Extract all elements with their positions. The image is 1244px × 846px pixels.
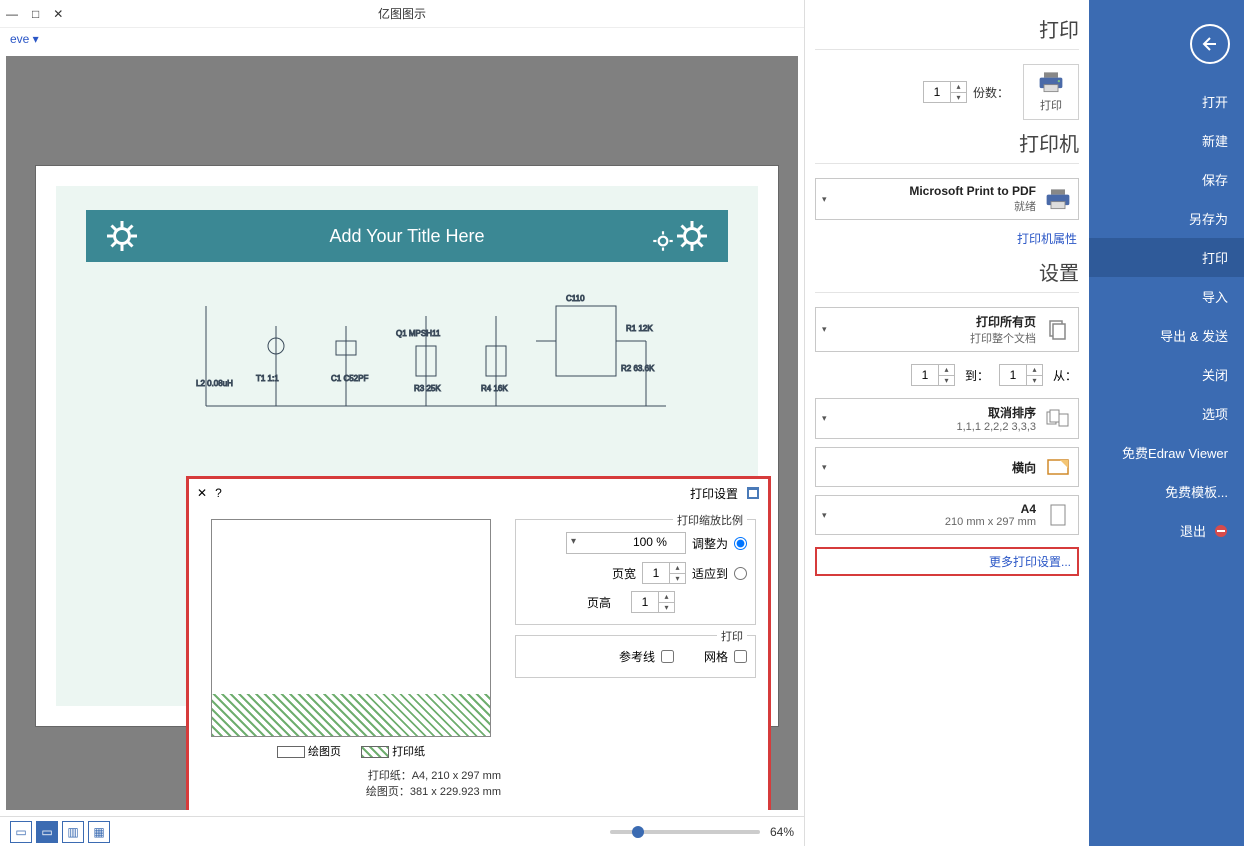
- window-title: 亿图图示: [378, 5, 426, 22]
- from-spinner[interactable]: ▴▾: [999, 364, 1043, 386]
- collate-icon: [1044, 405, 1072, 433]
- orientation-icon: [1044, 453, 1072, 481]
- spin-up[interactable]: ▴: [951, 82, 966, 93]
- gear-icon: [674, 218, 710, 254]
- view-mode-2[interactable]: ▭: [36, 821, 58, 843]
- sidebar-item-1[interactable]: 新建: [1089, 121, 1244, 160]
- pages-tall-spinner[interactable]: ▴▾: [631, 591, 675, 613]
- printer-dropdown[interactable]: Microsoft Print to PDF就绪 ▾: [815, 178, 1079, 220]
- guides-checkbox[interactable]: [661, 650, 674, 663]
- sidebar-item-11[interactable]: 退出: [1089, 511, 1244, 550]
- zoom-level: 64%: [770, 825, 794, 839]
- svg-text:L2 0.08uH: L2 0.08uH: [196, 379, 233, 388]
- sidebar-item-2[interactable]: 保存: [1089, 160, 1244, 199]
- print-button[interactable]: 打印: [1023, 64, 1079, 120]
- pages-icon: [1044, 316, 1072, 344]
- print-button-label: 打印: [1040, 97, 1062, 113]
- preview-banner: Add Your Title Here: [86, 210, 728, 262]
- gear-icon: [104, 218, 140, 254]
- view-mode-3[interactable]: ▥: [62, 821, 84, 843]
- gear-icon: [650, 228, 676, 254]
- svg-text:R4 16K: R4 16K: [481, 384, 508, 393]
- pages-wide-spinner[interactable]: ▴▾: [642, 562, 686, 584]
- copies-spinner[interactable]: ▴▾: [923, 81, 967, 103]
- sidebar-item-6[interactable]: 导出 & 发送: [1089, 316, 1244, 355]
- svg-text:C1 C52PF: C1 C52PF: [331, 374, 368, 383]
- sidebar-item-9[interactable]: 免费Edraw Viewer: [1089, 433, 1244, 472]
- sidebar-item-7[interactable]: 关闭: [1089, 355, 1244, 394]
- scale-fieldset: 打印缩放比例 调整为 100 % 适应到 ▴▾ 页宽: [515, 519, 756, 625]
- status-bar: ▭ ▭ ▥ ▦ 64%: [0, 816, 804, 846]
- dialog-title: 打印设置: [230, 485, 738, 502]
- adjust-radio[interactable]: [734, 537, 747, 550]
- dialog-help-button[interactable]: ?: [215, 486, 222, 500]
- orientation-dropdown[interactable]: 横向 ▾: [815, 447, 1079, 487]
- more-print-settings-link[interactable]: 更多打印设置...: [821, 551, 1073, 572]
- view-mode-4[interactable]: ▦: [88, 821, 110, 843]
- printer-icon: [1044, 185, 1072, 213]
- dialog-preview: [211, 519, 491, 737]
- dialog-icon: [746, 486, 760, 500]
- print-section-title: 打印: [815, 14, 1079, 50]
- fit-radio[interactable]: [734, 567, 747, 580]
- print-preview-canvas: Add Your Title Here: [6, 56, 798, 810]
- minimize-button[interactable]: —: [6, 7, 18, 21]
- dialog-close-button[interactable]: ✕: [197, 486, 207, 500]
- user-dropdown[interactable]: eve ▾: [0, 28, 804, 50]
- sidebar-item-3[interactable]: 另存为: [1089, 199, 1244, 238]
- svg-text:C110: C110: [566, 294, 585, 303]
- sidebar-item-0[interactable]: 打开: [1089, 82, 1244, 121]
- printer-properties-link[interactable]: 打印机属性: [815, 228, 1079, 249]
- to-spinner[interactable]: ▴▾: [911, 364, 955, 386]
- settings-section-title: 设置: [815, 257, 1079, 293]
- percent-select[interactable]: 100 %: [566, 532, 686, 554]
- svg-text:T1 1:1: T1 1:1: [256, 374, 279, 383]
- print-settings-panel: 打印 打印 份数： ▴▾ 打印机 Microsoft Print to PDF就…: [804, 0, 1089, 846]
- paper-icon: [1044, 501, 1072, 529]
- window-titlebar: — □ ✕ 亿图图示: [0, 0, 804, 28]
- svg-text:R1 12K: R1 12K: [626, 324, 653, 333]
- sidebar-item-4[interactable]: 打印: [1089, 238, 1244, 277]
- more-settings-highlight: 更多打印设置...: [815, 547, 1079, 576]
- grid-checkbox[interactable]: [734, 650, 747, 663]
- file-menu-sidebar: 打开新建保存另存为打印导入导出 & 发送关闭选项免费Edraw Viewer免费…: [1089, 0, 1244, 846]
- pages-dropdown[interactable]: 打印所有页打印整个文档 ▾: [815, 307, 1079, 352]
- copies-label: 份数：: [973, 84, 1009, 101]
- chevron-down-icon: ▾: [822, 194, 827, 205]
- svg-text:Q1 MPSH11: Q1 MPSH11: [396, 329, 441, 338]
- printer-icon: [1037, 71, 1065, 93]
- print-settings-dialog: 打印设置 ? ✕ 打印缩放比例 调整为 100 %: [186, 476, 771, 810]
- sidebar-item-10[interactable]: 免费模板...: [1089, 472, 1244, 511]
- close-button[interactable]: ✕: [53, 7, 63, 21]
- maximize-button[interactable]: □: [32, 7, 39, 21]
- svg-text:R3 25K: R3 25K: [414, 384, 441, 393]
- print-fieldset: 打印 网格 参考线: [515, 635, 756, 678]
- svg-text:R2 63.6K: R2 63.6K: [621, 364, 655, 373]
- circuit-diagram: C110 R1 12K R2 63.6K R4 16K R3 25K C1 C5…: [196, 286, 676, 466]
- zoom-slider[interactable]: [610, 830, 760, 834]
- sidebar-item-8[interactable]: 选项: [1089, 394, 1244, 433]
- copies-input[interactable]: [924, 82, 950, 102]
- main-area: — □ ✕ 亿图图示 eve ▾ Add Your Title Here: [0, 0, 804, 846]
- back-button[interactable]: [1190, 24, 1230, 64]
- printer-section-title: 打印机: [815, 128, 1079, 164]
- spin-down[interactable]: ▾: [951, 93, 966, 103]
- sidebar-item-5[interactable]: 导入: [1089, 277, 1244, 316]
- collate-dropdown[interactable]: 取消排序1,1,1 2,2,2 3,3,3 ▾: [815, 398, 1079, 439]
- view-mode-1[interactable]: ▭: [10, 821, 32, 843]
- paper-dropdown[interactable]: A4210 mm x 297 mm ▾: [815, 495, 1079, 535]
